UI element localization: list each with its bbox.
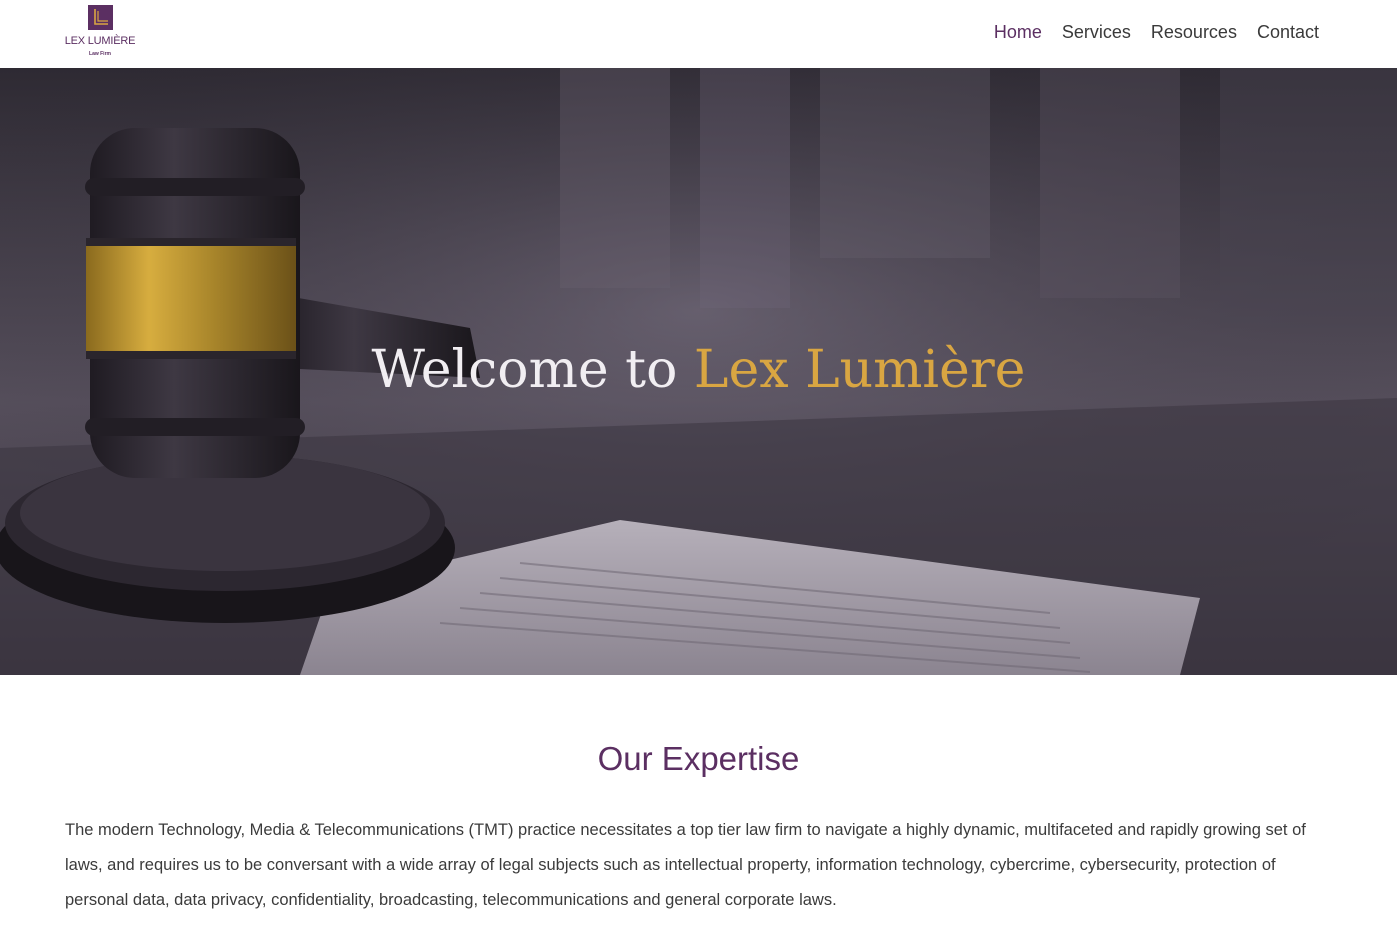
hero-title-prefix: Welcome to — [371, 340, 694, 400]
logo-subtitle: Law Firm — [89, 51, 111, 57]
site-logo[interactable]: LEX LUMIÈRE Law Firm — [63, 5, 137, 59]
law-firm-logo-icon — [88, 5, 113, 30]
hero-banner: Welcome to Lex Lumière — [0, 68, 1397, 675]
nav-contact[interactable]: Contact — [1257, 20, 1319, 44]
nav-services[interactable]: Services — [1062, 20, 1131, 44]
expertise-body: The modern Technology, Media & Telecommu… — [65, 821, 1306, 909]
hero-title: Welcome to Lex Lumière — [0, 338, 1397, 402]
logo-title: LEX LUMIÈRE — [64, 35, 136, 47]
main-nav: Home Services Resources Contact — [994, 20, 1319, 44]
site-header: LEX LUMIÈRE Law Firm Home Services Resou… — [0, 0, 1397, 68]
hero-title-accent: Lex Lumière — [693, 340, 1026, 400]
expertise-heading: Our Expertise — [597, 740, 800, 777]
nav-resources[interactable]: Resources — [1151, 20, 1237, 44]
nav-home[interactable]: Home — [994, 20, 1042, 44]
